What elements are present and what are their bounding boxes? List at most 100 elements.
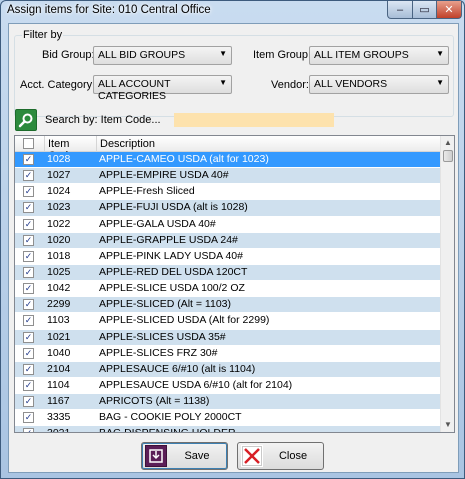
table-row[interactable]: ✓ 1104 APPLESAUCE USDA 6/#10 (alt for 2104…	[15, 378, 441, 395]
table-row[interactable]: ✓ 3021BAG DISPENSING HOLDER	[15, 426, 441, 432]
description-cell: APPLE-GRAPPLE USDA 24#	[99, 233, 238, 246]
vendor-select[interactable]: ALL VENDORS ▼	[309, 75, 449, 94]
chevron-down-icon: ▼	[436, 49, 444, 58]
row-checkbox[interactable]: ✓	[23, 234, 34, 246]
acct-category-label: Acct. Category:	[20, 79, 96, 91]
title-bar[interactable]: Assign items for Site: 010 Central Offic…	[1, 1, 464, 23]
grid-header: Item Code Description	[15, 136, 441, 162]
grid-rows: ✓ 1028 APPLE-CAMEO USDA (alt for 1023) ✓ 102…	[15, 152, 441, 432]
search-input[interactable]	[174, 113, 334, 127]
save-icon	[145, 445, 167, 467]
scroll-down-icon[interactable]: ▼	[441, 418, 454, 432]
table-row[interactable]: ✓ 1028 APPLE-CAMEO USDA (alt for 1023)	[15, 152, 441, 169]
vendor-label: Vendor:	[271, 79, 309, 91]
select-all-checkbox[interactable]	[23, 138, 34, 149]
bid-group-value: ALL BID GROUPS	[98, 49, 186, 61]
check-icon: ✓	[24, 154, 33, 164]
minimize-button[interactable]: –	[387, 1, 413, 19]
window-close-button[interactable]: ✕	[436, 1, 462, 19]
table-row[interactable]: ✓ 1103 APPLE-SLICED USDA (Alt for 2299)	[15, 313, 441, 330]
chevron-down-icon: ▼	[219, 78, 227, 87]
row-checkbox[interactable]: ✓	[23, 218, 34, 230]
save-label: Save	[184, 450, 210, 462]
item-code-cell: 3021	[47, 427, 97, 432]
table-row[interactable]: ✓ 1042 APPLE-SLICE USDA 100/2 OZ	[15, 281, 441, 298]
table-row[interactable]: ✓ 1022 APPLE-GALA USDA 40#	[15, 217, 441, 233]
description-cell: APPLE-SLICE USDA 100/2 OZ	[99, 282, 245, 295]
item-code-cell: 1167	[47, 395, 70, 408]
bid-group-select[interactable]: ALL BID GROUPS ▼	[93, 46, 232, 65]
check-icon: ✓	[24, 347, 33, 358]
table-row[interactable]: ✓ 1025 APPLE-RED DEL USDA 120CT	[15, 264, 441, 282]
row-checkbox[interactable]: ✓	[23, 170, 34, 182]
row-checkbox[interactable]: ✓	[23, 331, 34, 343]
row-checkbox[interactable]: ✓	[23, 154, 34, 165]
description-cell: APPLESAUCE USDA 6/#10 (alt for 2104)	[99, 378, 293, 391]
search-label: Search by: Item Code...	[45, 114, 161, 126]
close-button[interactable]: Close	[237, 442, 324, 470]
items-grid: Item Code Description ✓ 1028 APPLE-CAMEO U…	[14, 135, 455, 433]
description-cell: APPLE-GALA USDA 40#	[99, 217, 216, 230]
table-row[interactable]: ✓ 1020 APPLE-GRAPPLE USDA 24#	[15, 232, 441, 249]
row-checkbox[interactable]: ✓	[23, 347, 34, 359]
item-code-cell: 1023	[47, 201, 71, 214]
bid-group-label: Bid Group:	[42, 49, 95, 61]
close-label: Close	[278, 450, 308, 462]
row-checkbox[interactable]: ✓	[23, 299, 34, 311]
item-code-cell: 1022	[47, 217, 71, 230]
item-code-cell: 1024	[47, 185, 71, 198]
description-cell: APPLE-SLICES USDA 35#	[99, 330, 226, 343]
column-header-description[interactable]: Description	[97, 136, 441, 152]
save-button[interactable]: Save	[141, 442, 228, 470]
chevron-down-icon: ▼	[436, 78, 444, 87]
search-icon	[18, 113, 33, 128]
description-cell: APPLE-SLICED USDA (Alt for 2299)	[99, 314, 270, 327]
check-icon: ✓	[24, 266, 33, 277]
search-button[interactable]	[15, 109, 37, 131]
check-icon: ✓	[24, 283, 33, 294]
select-all-header[interactable]	[15, 136, 45, 152]
scroll-up-icon[interactable]: ▲	[441, 136, 454, 150]
description-cell: BAG DISPENSING HOLDER	[99, 427, 439, 432]
table-row[interactable]: ✓ 1018 APPLE-PINK LADY USDA 40#	[15, 249, 441, 265]
row-checkbox[interactable]: ✓	[23, 363, 34, 375]
description-cell: APPLE-RED DEL USDA 120CT	[99, 265, 248, 278]
table-row[interactable]: ✓ 1023 APPLE-FUJI USDA (alt is 1028)	[15, 200, 441, 217]
row-checkbox[interactable]: ✓	[23, 379, 34, 391]
acct-category-value: ALL ACCOUNT CATEGORIES	[98, 78, 171, 102]
item-code-cell: 1021	[47, 330, 71, 343]
row-checkbox[interactable]: ✓	[23, 428, 34, 432]
check-icon: ✓	[24, 396, 33, 407]
vertical-scrollbar[interactable]: ▲ ▼	[440, 136, 454, 432]
row-checkbox[interactable]: ✓	[23, 202, 34, 214]
item-code-cell: 1020	[47, 233, 71, 246]
row-checkbox[interactable]: ✓	[23, 250, 34, 262]
table-row[interactable]: ✓ 1167 APRICOTS (Alt = 1138)	[15, 394, 441, 411]
column-header-item-code[interactable]: Item Code	[45, 136, 97, 162]
table-row[interactable]: ✓ 1024 APPLE-Fresh Sliced	[15, 184, 441, 201]
scroll-thumb[interactable]	[443, 150, 453, 162]
row-checkbox[interactable]: ✓	[23, 412, 34, 424]
check-icon: ✓	[24, 234, 33, 245]
check-icon: ✓	[24, 250, 33, 261]
item-group-label: Item Group:	[253, 49, 312, 61]
item-code-cell: 1104	[47, 378, 70, 391]
item-group-value: ALL ITEM GROUPS	[314, 49, 409, 61]
row-checkbox[interactable]: ✓	[23, 315, 34, 327]
maximize-button[interactable]: ▭	[412, 1, 437, 19]
row-checkbox[interactable]: ✓	[23, 186, 34, 198]
table-row[interactable]: ✓ 2104 APPLESAUCE 6/#10 (alt is 1104)	[15, 361, 441, 378]
table-row[interactable]: ✓ 1040 APPLE-SLICES FRZ 30#	[15, 346, 441, 362]
table-row[interactable]: ✓ 1021 APPLE-SLICES USDA 35#	[15, 329, 441, 346]
acct-category-select[interactable]: ALL ACCOUNT CATEGORIES ▼	[93, 75, 232, 102]
row-checkbox[interactable]: ✓	[23, 283, 34, 295]
table-row[interactable]: ✓ 3335 BAG - COOKIE POLY 2000CT	[15, 410, 441, 427]
row-checkbox[interactable]: ✓	[23, 266, 34, 278]
row-checkbox[interactable]: ✓	[23, 396, 34, 408]
item-code-cell: 1103	[47, 314, 70, 327]
table-row[interactable]: ✓ 2299 APPLE-SLICED (Alt = 1103)	[15, 297, 441, 314]
item-group-select[interactable]: ALL ITEM GROUPS ▼	[309, 46, 449, 65]
table-row[interactable]: ✓ 1027 APPLE-EMPIRE USDA 40#	[15, 168, 441, 185]
item-code-cell: 1027	[47, 169, 71, 182]
description-cell: APPLE-SLICES FRZ 30#	[99, 346, 218, 359]
